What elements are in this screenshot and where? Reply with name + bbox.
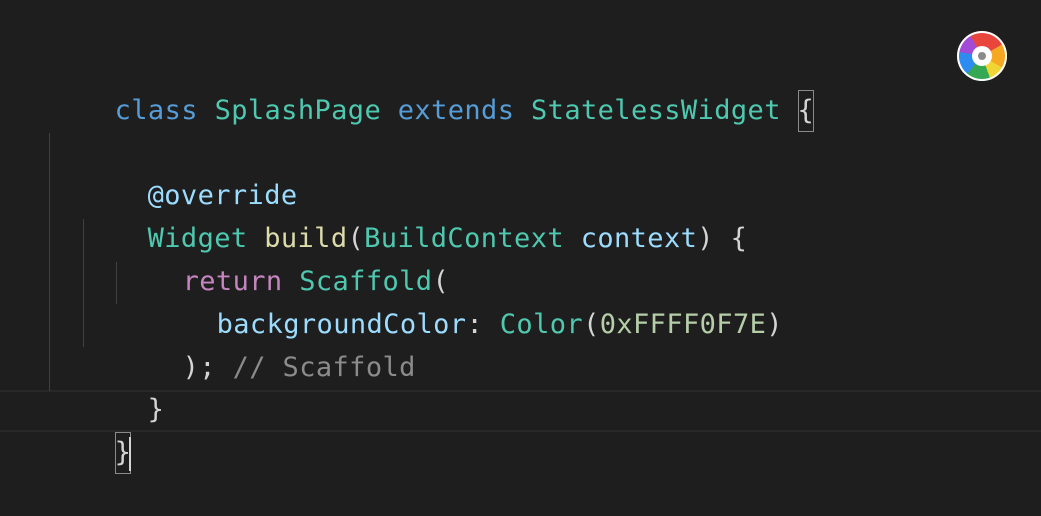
- code-line-3: @override: [81, 133, 298, 211]
- colon: :: [466, 309, 484, 340]
- class-name: SplashPage: [214, 95, 382, 126]
- text-cursor: [129, 436, 132, 471]
- code-line-9: }: [48, 390, 132, 474]
- parent-class: StatelessWidget: [531, 95, 781, 126]
- method-close-brace: }: [147, 394, 165, 425]
- hex-value: 0xFFFF0F7E: [599, 309, 767, 340]
- code-line-6: backgroundColor: Color(0xFFFF0F7E): [150, 262, 783, 340]
- color-type: Color: [499, 309, 584, 340]
- color-wheel-center: [972, 46, 992, 66]
- code-line-4: Widget build(BuildContext context) {: [81, 176, 747, 254]
- keyword-extends: extends: [397, 95, 515, 126]
- code-line-7: ); // Scaffold: [116, 305, 416, 383]
- color-wheel-dot: [978, 52, 986, 60]
- open-brace-matched: {: [797, 90, 815, 132]
- param-name: context: [580, 223, 698, 254]
- code-editor[interactable]: class SplashPage extends StatelessWidget…: [0, 0, 1041, 498]
- code-line-5: return Scaffold(: [116, 219, 449, 297]
- code-line-8: }: [81, 347, 164, 425]
- color-wheel-icon[interactable]: [957, 31, 1007, 81]
- method-signature-end: ) {: [697, 223, 748, 254]
- paren-open: (: [583, 309, 600, 340]
- scaffold-close: );: [182, 352, 216, 383]
- code-line-1: class SplashPage extends StatelessWidget…: [48, 48, 815, 132]
- closing-label-comment: // Scaffold: [232, 352, 416, 383]
- keyword-class: class: [114, 95, 198, 126]
- paren-close: ): [766, 309, 783, 340]
